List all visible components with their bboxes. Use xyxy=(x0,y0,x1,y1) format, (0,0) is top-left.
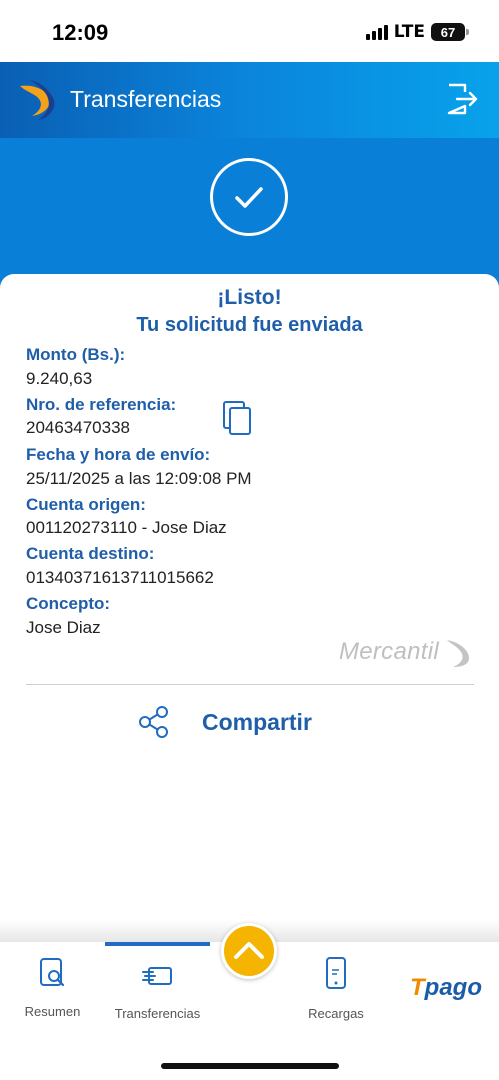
transfer-icon xyxy=(141,967,172,985)
battery-icon: 67 xyxy=(431,23,469,41)
copy-icon[interactable] xyxy=(222,400,254,436)
logout-icon[interactable] xyxy=(445,82,479,116)
search-document-icon xyxy=(39,958,64,987)
tpago-logo-rest: pago xyxy=(424,974,482,1001)
concept-value: Jose Diaz xyxy=(26,618,101,637)
nav-label-resumen: Resumen xyxy=(24,1004,81,1019)
destination-account-label: Cuenta destino: xyxy=(26,544,155,563)
nav-item-transferencias[interactable]: Transferencias xyxy=(105,942,210,1032)
confirmation-subtitle: Tu solicitud fue enviada xyxy=(136,314,363,336)
status-bar: 12:09 LTE 67 xyxy=(0,0,499,62)
concept-label: Concepto: xyxy=(26,594,111,613)
origin-account-label: Cuenta origen: xyxy=(26,495,146,514)
home-indicator xyxy=(161,1063,339,1069)
tpago-logo[interactable]: Tpago xyxy=(410,974,482,1002)
mercantil-watermark-icon xyxy=(447,640,469,667)
origin-account-value: 001120273110 - Jose Diaz xyxy=(26,518,227,537)
phone-icon xyxy=(326,957,346,989)
nav-label-transferencias: Transferencias xyxy=(114,1006,201,1021)
confirmation-title: ¡Listo! xyxy=(217,286,282,309)
success-banner xyxy=(0,138,499,290)
battery-level: 67 xyxy=(440,24,456,40)
quick-actions-button[interactable] xyxy=(221,923,277,979)
mercantil-logo-icon xyxy=(20,80,55,120)
datetime-value: 25/11/2025 a las 12:09:08 PM xyxy=(26,469,252,488)
active-tab-indicator xyxy=(105,942,210,946)
status-indicators: LTE 67 xyxy=(365,22,469,42)
nav-label-recargas: Recargas xyxy=(308,1006,364,1021)
reference-label: Nro. de referencia: xyxy=(26,395,177,414)
datetime-label: Fecha y hora de envío: xyxy=(26,445,211,464)
mercantil-watermark-text: Mercantil xyxy=(338,638,439,665)
share-icon xyxy=(139,706,168,738)
app-header: Transferencias xyxy=(0,62,499,138)
amount-label: Monto (Bs.): xyxy=(26,345,126,364)
destination-account-value: 01340371613711015662 xyxy=(26,568,214,587)
success-check-icon xyxy=(210,158,288,236)
chevron-up-icon xyxy=(234,942,264,959)
status-time: 12:09 xyxy=(52,20,109,45)
share-button[interactable]: Compartir xyxy=(138,706,312,738)
nav-item-resumen[interactable]: Resumen xyxy=(0,942,105,1032)
page-title: Transferencias xyxy=(70,86,222,112)
share-label: Compartir xyxy=(202,708,312,735)
receipt-card: ¡Listo! Tu solicitud fue enviada Monto (… xyxy=(0,274,499,934)
tpago-logo-t: T xyxy=(410,974,425,1001)
signal-icon xyxy=(365,24,388,40)
network-type: LTE xyxy=(393,22,425,42)
mercantil-watermark: Mercantil xyxy=(339,636,473,668)
divider xyxy=(26,684,474,685)
amount-value: 9.240,63 xyxy=(26,369,93,388)
reference-value: 20463470338 xyxy=(26,418,131,437)
nav-item-recargas[interactable]: Recargas xyxy=(292,942,380,1032)
